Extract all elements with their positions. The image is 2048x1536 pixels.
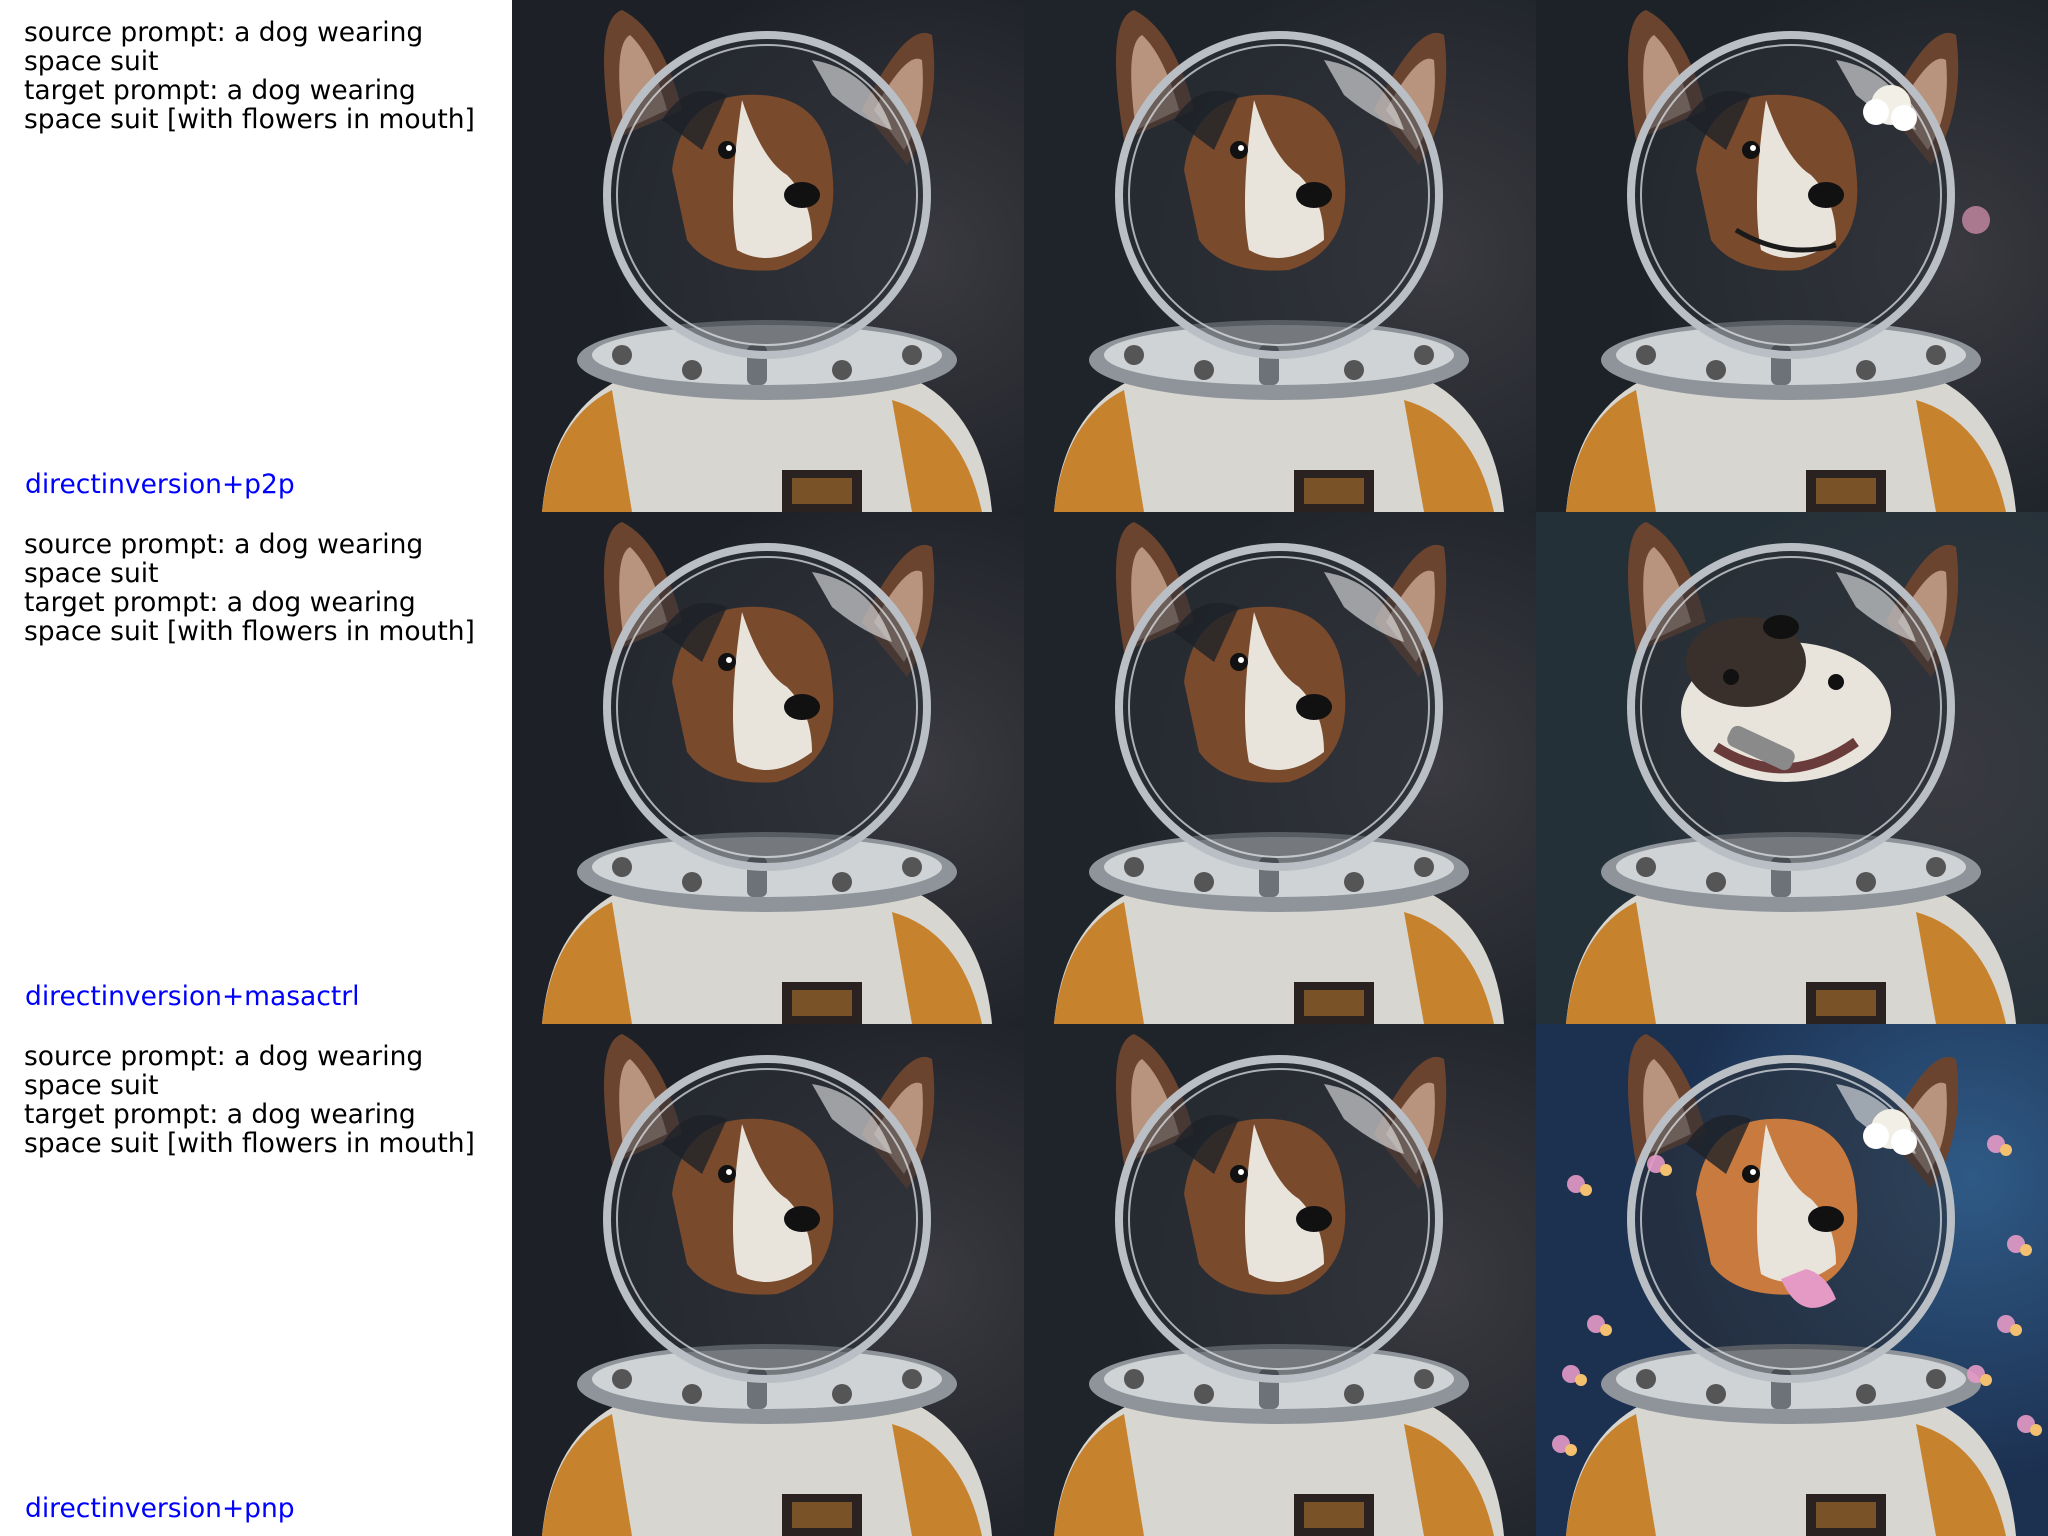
comparison-row-2: source prompt: a dog wearing space suit …	[0, 512, 2048, 1024]
dog-astronaut-image	[512, 512, 1024, 1024]
reconstruction-image	[1024, 0, 1536, 512]
source-prompt: source prompt: a dog wearing space suit	[24, 529, 424, 589]
dog-astronaut-image	[1536, 512, 2048, 1024]
dog-astronaut-image	[1024, 512, 1536, 1024]
label-cell: source prompt: a dog wearing space suit …	[0, 0, 512, 512]
target-prompt: target prompt: a dog wearing space suit …	[24, 75, 475, 135]
edited-image	[1536, 0, 2048, 512]
prompt-text: source prompt: a dog wearing space suit …	[24, 18, 494, 134]
label-cell: source prompt: a dog wearing space suit …	[0, 1024, 512, 1536]
dog-astronaut-image	[1024, 0, 1536, 512]
target-prompt: target prompt: a dog wearing space suit …	[24, 587, 475, 647]
dog-astronaut-image	[1536, 0, 2048, 512]
method-label: directinversion+pnp	[25, 1493, 295, 1524]
target-prompt: target prompt: a dog wearing space suit …	[24, 1099, 475, 1159]
dog-astronaut-image	[1024, 1024, 1536, 1536]
edited-image	[1536, 512, 2048, 1024]
edited-image	[1536, 1024, 2048, 1536]
reconstruction-image	[1024, 1024, 1536, 1536]
dog-astronaut-image	[1536, 1024, 2048, 1536]
source-image	[512, 1024, 1024, 1536]
source-prompt: source prompt: a dog wearing space suit	[24, 1041, 424, 1101]
comparison-row-3: source prompt: a dog wearing space suit …	[0, 1024, 2048, 1536]
source-image	[512, 512, 1024, 1024]
source-image	[512, 0, 1024, 512]
prompt-text: source prompt: a dog wearing space suit …	[24, 530, 494, 646]
method-label: directinversion+masactrl	[25, 981, 360, 1012]
dog-astronaut-image	[512, 1024, 1024, 1536]
source-prompt: source prompt: a dog wearing space suit	[24, 17, 424, 77]
dog-astronaut-image	[512, 0, 1024, 512]
prompt-text: source prompt: a dog wearing space suit …	[24, 1042, 494, 1158]
reconstruction-image	[1024, 512, 1536, 1024]
label-cell: source prompt: a dog wearing space suit …	[0, 512, 512, 1024]
method-label: directinversion+p2p	[25, 469, 295, 500]
comparison-row-1: source prompt: a dog wearing space suit …	[0, 0, 2048, 512]
